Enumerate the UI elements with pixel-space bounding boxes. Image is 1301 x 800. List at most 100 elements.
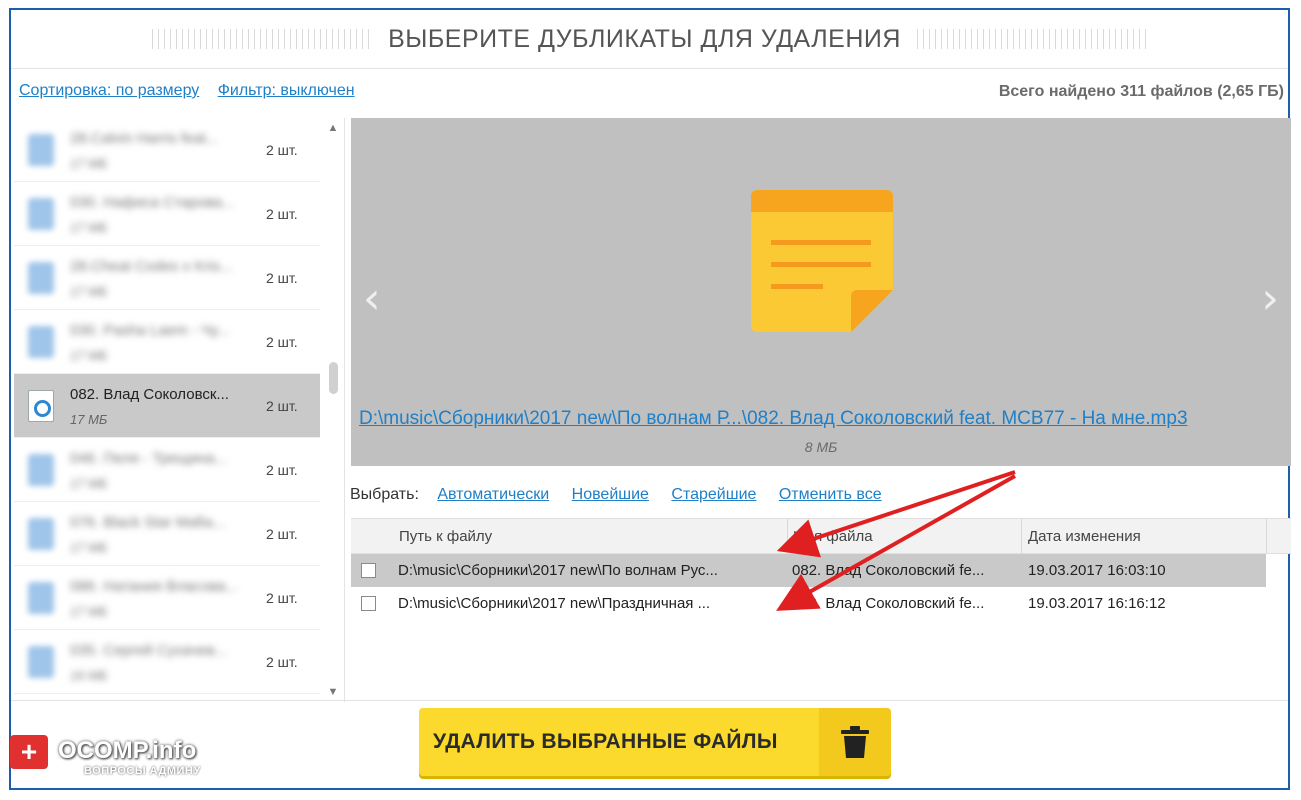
divider <box>11 700 1288 701</box>
header: ВЫБЕРИТЕ ДУБЛИКАТЫ ДЛЯ УДАЛЕНИЯ <box>11 10 1288 68</box>
list-item-name: 086. Натания Власова... <box>70 578 238 595</box>
column-separator[interactable] <box>1266 519 1267 553</box>
header-decoration-right <box>916 29 1147 49</box>
audio-file-icon <box>28 262 54 294</box>
list-item-size: 17 МБ <box>70 540 108 555</box>
scroll-up-arrow-icon[interactable]: ▲ <box>327 122 339 134</box>
list-item[interactable]: 086. Натания Власова... 17 МБ 2 шт. <box>14 566 320 630</box>
preview-file-path-link[interactable]: D:\music\Сборники\2017 new\По волнам Р..… <box>359 408 1188 430</box>
audio-file-icon <box>28 582 54 614</box>
next-arrow-icon[interactable]: › <box>1261 273 1279 324</box>
list-item-count: 2 шт. <box>266 462 298 478</box>
toolbar-links: Сортировка: по размеру Фильтр: выключен <box>19 82 369 100</box>
list-item-name: 28.Cheat Codes x Kris... <box>70 258 233 275</box>
row-date: 19.03.2017 16:16:12 <box>1028 595 1166 612</box>
list-scrollbar[interactable]: ▲ ▼ <box>324 118 342 702</box>
audio-file-icon <box>28 646 54 678</box>
row-filename: 082. Влад Соколовский fe... <box>792 562 985 579</box>
scroll-down-arrow-icon[interactable]: ▼ <box>327 686 339 698</box>
row-checkbox[interactable] <box>361 563 376 578</box>
table-row[interactable]: D:\music\Сборники\2017 new\По волнам Рус… <box>351 554 1266 587</box>
watermark-logo: + OCOMP.info ВОПРОСЫ АДМИНУ <box>10 735 230 781</box>
duplicate-groups-list: 28.Calvin Harris feat... 17 МБ 2 шт. 030. Н… <box>14 118 345 702</box>
list-item-count: 2 шт. <box>266 142 298 158</box>
audio-file-icon <box>28 390 54 422</box>
list-item-name: 035. Сергей Сухачев... <box>70 642 228 659</box>
header-decoration-left <box>152 29 373 49</box>
filter-link[interactable]: Фильтр: выключен <box>218 82 355 99</box>
row-date: 19.03.2017 16:03:10 <box>1028 562 1166 579</box>
list-item-name: 046. Пеля - Трещина... <box>70 450 228 467</box>
note-icon <box>751 190 893 332</box>
list-item[interactable]: 030. Pasha Laem - Чу... 17 МБ 2 шт. <box>14 310 320 374</box>
list-item[interactable]: 076. Black Star Mafia... 17 МБ 2 шт. <box>14 502 320 566</box>
row-filename: 082. Влад Соколовский fe... <box>792 595 985 612</box>
select-newest-link[interactable]: Новейшие <box>572 486 649 503</box>
audio-file-icon <box>28 326 54 358</box>
file-preview: ‹ › D:\music\Сборники\2017 new\По волнам… <box>351 118 1291 466</box>
trash-icon <box>841 726 869 758</box>
list-item[interactable]: 28.Calvin Harris feat... 17 МБ 2 шт. <box>14 118 320 182</box>
delete-selected-button[interactable]: УДАЛИТЬ ВЫБРАННЫЕ ФАЙЛЫ <box>419 708 891 776</box>
previous-arrow-icon[interactable]: ‹ <box>363 273 381 324</box>
watermark-brand: OCOMP.info <box>58 737 197 764</box>
list-item-count: 2 шт. <box>266 590 298 606</box>
list-item-count: 2 шт. <box>266 334 298 350</box>
table-header: Путь к файлу Имя файла Дата изменения <box>351 518 1291 554</box>
column-header-path[interactable]: Путь к файлу <box>399 528 492 545</box>
list-item-count: 2 шт. <box>266 398 298 414</box>
list-item-size: 17 МБ <box>70 412 108 427</box>
row-checkbox[interactable] <box>361 596 376 611</box>
list-item-size: 17 МБ <box>70 156 108 171</box>
list-item[interactable]: 030. Нафиса Старова... 17 МБ 2 шт. <box>14 182 320 246</box>
list-item-size: 17 МБ <box>70 284 108 299</box>
delete-button-icon-area <box>819 708 891 776</box>
list-item-count: 2 шт. <box>266 526 298 542</box>
audio-file-icon <box>28 518 54 550</box>
row-path: D:\music\Сборники\2017 new\Праздничная .… <box>398 595 711 612</box>
select-auto-link[interactable]: Автоматически <box>437 486 549 503</box>
plus-icon: + <box>10 735 48 769</box>
list-item[interactable]: 28.Cheat Codes x Kris... 17 МБ 2 шт. <box>14 246 320 310</box>
list-item-size: 17 МБ <box>70 220 108 235</box>
row-path: D:\music\Сборники\2017 new\По волнам Рус… <box>398 562 718 579</box>
select-bar: Выбрать: Автоматически Новейшие Старейши… <box>350 486 900 504</box>
column-separator[interactable] <box>787 519 788 553</box>
column-header-date[interactable]: Дата изменения <box>1028 528 1141 545</box>
column-separator[interactable] <box>1021 519 1022 553</box>
list-item-count: 2 шт. <box>266 654 298 670</box>
select-label: Выбрать: <box>350 486 419 503</box>
list-item-name: 030. Нафиса Старова... <box>70 194 235 211</box>
list-item-name: 030. Pasha Laem - Чу... <box>70 322 230 339</box>
list-item[interactable]: 082. Влад Соколовск... 17 МБ 2 шт. <box>14 374 320 438</box>
table-row[interactable]: D:\music\Сборники\2017 new\Праздничная .… <box>351 587 1266 620</box>
list-item[interactable]: 035. Сергей Сухачев... 16 МБ 2 шт. <box>14 630 320 694</box>
divider <box>11 68 1288 69</box>
audio-file-icon <box>28 198 54 230</box>
total-found-label: Всего найдено 311 файлов (2,65 ГБ) <box>998 83 1284 100</box>
list-item-count: 2 шт. <box>266 206 298 222</box>
audio-file-icon <box>28 454 54 486</box>
preview-file-size: 8 МБ <box>804 439 838 455</box>
list-item-name: 082. Влад Соколовск... <box>70 386 229 403</box>
files-table: Путь к файлу Имя файла Дата изменения D:… <box>351 518 1291 620</box>
list-item-name: 28.Calvin Harris feat... <box>70 130 219 147</box>
column-header-name[interactable]: Имя файла <box>793 528 873 545</box>
list-item-name: 076. Black Star Mafia... <box>70 514 226 531</box>
select-oldest-link[interactable]: Старейшие <box>671 486 756 503</box>
sort-link[interactable]: Сортировка: по размеру <box>19 82 199 99</box>
list-item-size: 17 МБ <box>70 604 108 619</box>
list-item-size: 17 МБ <box>70 348 108 363</box>
app-window: ВЫБЕРИТЕ ДУБЛИКАТЫ ДЛЯ УДАЛЕНИЯ Сортиров… <box>9 8 1291 790</box>
list-item-size: 16 МБ <box>70 668 108 683</box>
select-cancel-link[interactable]: Отменить все <box>779 486 882 503</box>
scroll-thumb[interactable] <box>329 362 338 394</box>
list-item[interactable]: 046. Пеля - Трещина... 17 МБ 2 шт. <box>14 438 320 502</box>
list-item-size: 17 МБ <box>70 476 108 491</box>
delete-button-label: УДАЛИТЬ ВЫБРАННЫЕ ФАЙЛЫ <box>433 730 778 753</box>
page-title: ВЫБЕРИТЕ ДУБЛИКАТЫ ДЛЯ УДАЛЕНИЯ <box>388 24 901 53</box>
duplicate-groups-items: 28.Calvin Harris feat... 17 МБ 2 шт. 030. Н… <box>14 118 320 702</box>
watermark-tagline: ВОПРОСЫ АДМИНУ <box>84 765 201 777</box>
audio-file-icon <box>28 134 54 166</box>
list-item-count: 2 шт. <box>266 270 298 286</box>
